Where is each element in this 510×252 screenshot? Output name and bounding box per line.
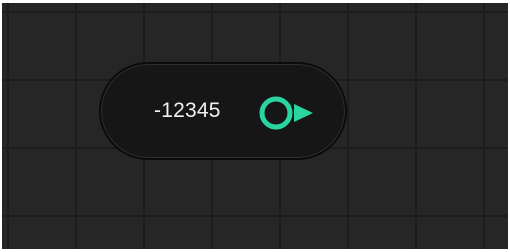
constant-node[interactable]: -12345 <box>99 62 347 160</box>
output-port-icon[interactable] <box>257 94 323 132</box>
node-value-label: -12345 <box>154 99 221 122</box>
graph-canvas[interactable]: -12345 <box>2 3 508 249</box>
